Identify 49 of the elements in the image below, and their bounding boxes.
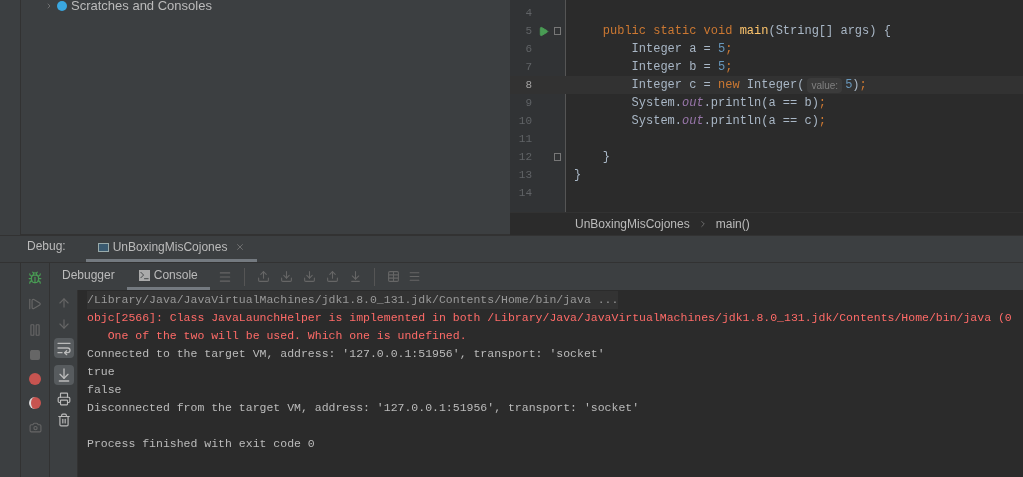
pause-icon[interactable] [28,323,42,337]
stop-icon[interactable] [29,349,41,361]
window-icon [97,242,109,252]
list-icon[interactable] [217,269,232,284]
resume-icon[interactable] [28,297,42,311]
console-line: Connected to the target VM, address: '127.0.0.1:51956', transport: 'socket' [87,346,605,363]
code-line: System.out.println(a == b); [630,95,827,112]
code-line: } [601,149,610,166]
trace-icon[interactable] [407,270,421,283]
code-line: Integer b = 5; [630,59,733,76]
console-line: false [87,382,122,399]
parameter-hint: value: [807,77,843,93]
console-icon [138,269,150,281]
trash-icon[interactable] [56,413,71,427]
bug-icon[interactable] [28,271,42,285]
evaluate-icon[interactable] [386,270,400,283]
soft-wrap-button[interactable] [53,338,74,358]
debug-label: Debug: [27,238,66,255]
breadcrumb[interactable]: UnBoxingMisCojones [575,215,690,233]
code-line: System.out.println(a == c); [630,113,827,130]
console-line: objc[2566]: Class JavaLaunchHelper is implemented in both /Library/Java/JavaVirtualMachines/jdk1.8.0_131.jdk/Contents/Home/bin/java (0 [87,310,1012,327]
force-step-into-icon[interactable] [302,270,316,283]
console-line: Process finished with exit code 0 [87,436,315,453]
print-icon[interactable] [56,392,71,406]
tree-item[interactable]: Scratches and Consoles [71,0,212,16]
console-line: Disconnected from the target VM, address: '127.0.0.1:51956', transport: 'socket' [87,400,640,417]
camera-icon[interactable] [28,421,42,434]
code-line: Integer a = 5; [630,41,733,58]
scratch-icon [57,1,67,11]
wrap-icon [55,340,72,356]
code-line: public static void main(String[] args) { [601,23,891,40]
fold-icon[interactable] [554,153,561,161]
console-line: One of the two will be used. Which one is undefined. [106,328,467,345]
breakpoints-icon[interactable] [29,373,41,385]
close-icon[interactable] [235,242,246,252]
step-over-icon[interactable] [256,270,270,283]
mute-breakpoints-icon[interactable] [29,397,41,409]
panel-tab[interactable]: Debugger [50,263,127,290]
step-into-icon[interactable] [279,270,293,283]
code-line: } [574,167,582,184]
run-to-cursor-icon[interactable] [348,270,362,283]
scroll-to-end-button[interactable] [53,365,74,385]
line-number: 8 [524,77,532,93]
fold-icon[interactable] [554,27,561,35]
run-icon[interactable] [538,25,549,37]
breadcrumb[interactable]: main() [715,215,750,233]
step-out-icon[interactable] [325,270,339,283]
console-line: true [87,364,115,381]
code-line: Integer c = new Integer( value: 5); [630,76,867,94]
